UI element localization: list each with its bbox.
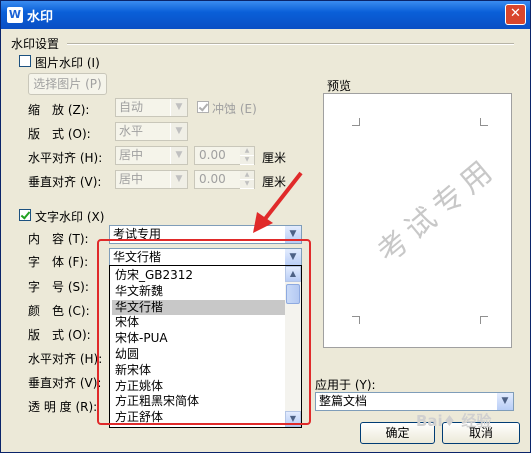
baidu-watermark-logo: Bai♦ 经验 xyxy=(416,412,492,430)
watermark-dialog: W 水印 ✕ 水印设置 图片水印 (I) 选择图片 (P) 缩 放 (Z): 自… xyxy=(0,0,531,453)
annotation-arrow-icon xyxy=(253,171,303,233)
